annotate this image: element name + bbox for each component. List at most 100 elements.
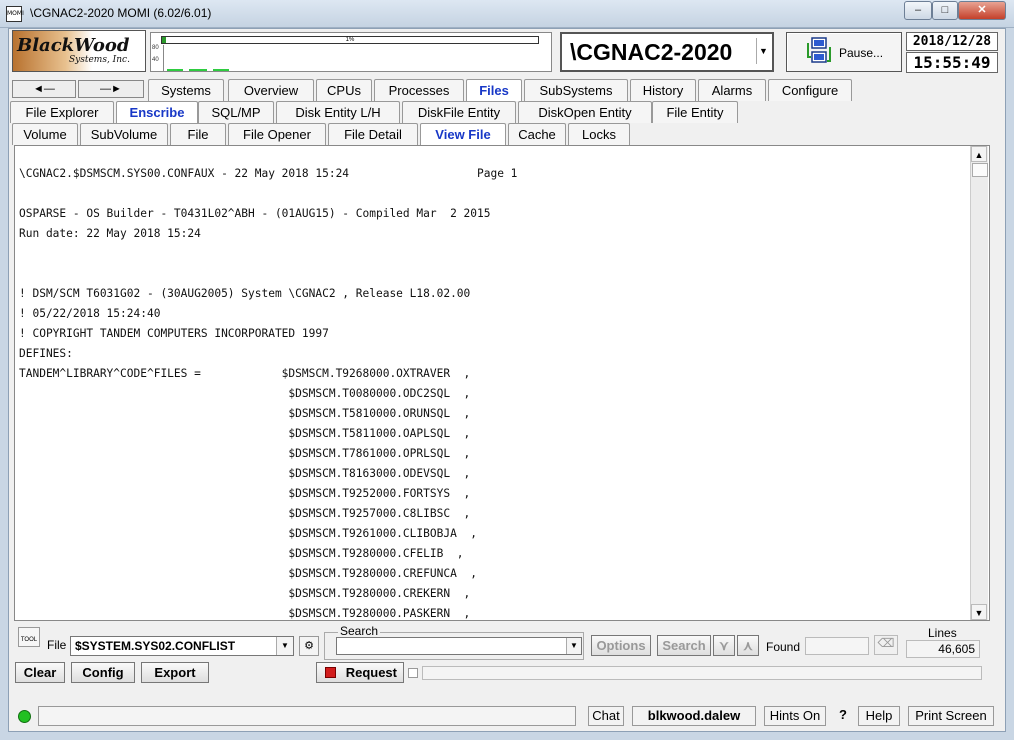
tab-processes[interactable]: Processes — [374, 79, 464, 101]
usage-bar-label: 1% — [345, 37, 355, 43]
file-line: $DSMSCM.T9261000.CLIBOBJA , — [19, 527, 478, 540]
viewtab-volume[interactable]: Volume — [12, 123, 78, 145]
file-line: DEFINES: — [19, 347, 73, 360]
tab-overview[interactable]: Overview — [228, 79, 314, 101]
tool-label: TOOL — [20, 637, 38, 643]
viewtab-cache[interactable]: Cache — [508, 123, 566, 145]
file-line: ! COPYRIGHT TANDEM COMPUTERS INCORPORATE… — [19, 327, 329, 340]
chat-button[interactable]: Chat — [588, 706, 624, 726]
viewtab-file-detail[interactable]: File Detail — [328, 123, 418, 145]
title-bar: MOMI \CGNAC2-2020 MOMI (6.02/6.01) – □ ✕ — [0, 0, 1014, 28]
viewtab-file-opener[interactable]: File Opener — [228, 123, 326, 145]
tab-systems[interactable]: Systems — [148, 79, 224, 101]
file-line: ! 05/22/2018 15:24:40 — [19, 307, 161, 320]
file-line: ! DSM/SCM T6031G02 - (30AUG2005) System … — [19, 287, 471, 300]
search-input[interactable] — [336, 637, 582, 655]
file-line: $DSMSCM.T9252000.FORTSYS , — [19, 487, 471, 500]
back-button[interactable]: ◄— — [12, 80, 76, 98]
computers-icon — [807, 37, 831, 63]
clear-button[interactable]: Clear — [15, 662, 65, 683]
subtab-file-entity[interactable]: File Entity — [652, 101, 738, 123]
graph-trace — [167, 69, 183, 71]
graph-axis-label: 80 — [152, 45, 159, 51]
request-progress — [422, 666, 982, 680]
minimize-button[interactable]: – — [904, 1, 932, 20]
file-line: $DSMSCM.T5810000.ORUNSQL , — [19, 407, 471, 420]
close-button[interactable]: ✕ — [958, 1, 1006, 20]
tab-alarms[interactable]: Alarms — [698, 79, 766, 101]
request-label: Request — [345, 665, 397, 680]
file-label: File — [47, 638, 67, 652]
forward-button[interactable]: —► — [78, 80, 144, 98]
file-path-value: $SYSTEM.SYS02.CONFLIST — [75, 639, 236, 653]
file-content: \CGNAC2.$DSMSCM.SYS00.CONFAUX - 22 May 2… — [19, 164, 518, 620]
scroll-down-icon[interactable]: ▼ — [971, 604, 987, 620]
file-line — [19, 264, 517, 284]
maximize-button[interactable]: □ — [932, 1, 958, 20]
help-button[interactable]: Help — [858, 706, 900, 726]
status-message — [38, 706, 576, 726]
request-checkbox[interactable] — [408, 668, 418, 678]
tab-cpus[interactable]: CPUs — [316, 79, 372, 101]
found-count — [805, 637, 869, 655]
system-name: \CGNAC2-2020 — [570, 39, 733, 65]
options-button[interactable]: Options — [591, 635, 651, 656]
status-indicator-icon — [18, 710, 31, 723]
chevron-down-icon[interactable]: ▼ — [756, 38, 770, 64]
viewtab-locks[interactable]: Locks — [568, 123, 630, 145]
scroll-thumb[interactable] — [972, 163, 988, 177]
config-button[interactable]: Config — [71, 662, 135, 683]
file-line: $DSMSCM.T0080000.ODC2SQL , — [19, 387, 471, 400]
tab-configure[interactable]: Configure — [768, 79, 852, 101]
app-icon: MOMI — [6, 6, 24, 22]
viewtab-subvolume[interactable]: SubVolume — [80, 123, 168, 145]
graph-trace — [189, 69, 207, 71]
help-question-icon[interactable]: ? — [834, 706, 852, 726]
usage-bar-fill — [162, 37, 166, 43]
cpu-busy-graph: 1% 80 40 — [150, 32, 552, 72]
hints-button[interactable]: Hints On — [764, 706, 826, 726]
file-dropdown-icon[interactable]: ▼ — [276, 637, 293, 655]
file-line: $DSMSCM.T9280000.CREFUNCA , — [19, 567, 478, 580]
subtab-disk-entity-l-h[interactable]: Disk Entity L/H — [276, 101, 400, 123]
file-line: $DSMSCM.T8163000.ODEVSQL , — [19, 467, 471, 480]
viewtab-file[interactable]: File — [170, 123, 226, 145]
scroll-up-icon[interactable]: ▲ — [971, 146, 987, 162]
pause-button[interactable]: Pause... — [786, 32, 902, 72]
subtab-file-explorer[interactable]: File Explorer — [10, 101, 114, 123]
subtab-sql-mp[interactable]: SQL/MP — [198, 101, 274, 123]
eraser-icon[interactable]: ⌫ — [874, 635, 898, 655]
logo-text: BlackWood — [17, 35, 130, 56]
found-label: Found — [766, 640, 801, 654]
vertical-scrollbar[interactable]: ▲ ▼ — [970, 146, 988, 620]
search-group-label: Search — [338, 624, 381, 638]
print-screen-button[interactable]: Print Screen — [908, 706, 994, 726]
file-line: $DSMSCM.T9280000.CREKERN , — [19, 587, 471, 600]
export-button[interactable]: Export — [141, 662, 209, 683]
search-dropdown-icon[interactable]: ▼ — [566, 638, 581, 654]
file-line — [19, 244, 517, 264]
system-select[interactable]: \CGNAC2-2020 — [560, 32, 774, 72]
file-line: \CGNAC2.$DSMSCM.SYS00.CONFAUX - 22 May 2… — [19, 167, 518, 180]
search-button[interactable]: Search — [657, 635, 711, 656]
subtab-diskopen-entity[interactable]: DiskOpen Entity — [518, 101, 652, 123]
search-next-icon[interactable]: ⋏ — [737, 635, 759, 656]
file-view-pane[interactable]: \CGNAC2.$DSMSCM.SYS00.CONFAUX - 22 May 2… — [14, 145, 990, 621]
tab-files[interactable]: Files — [466, 79, 522, 101]
browse-file-icon[interactable]: ⚙ — [299, 636, 319, 656]
lines-count: 46,605 — [906, 640, 980, 658]
request-button[interactable]: Request — [316, 662, 404, 683]
subtab-diskfile-entity[interactable]: DiskFile Entity — [402, 101, 516, 123]
user-button[interactable]: blkwood.dalew — [632, 706, 756, 726]
tab-history[interactable]: History — [630, 79, 696, 101]
logo-subtext: Systems, Inc. — [69, 55, 130, 65]
subtab-enscribe[interactable]: Enscribe — [116, 101, 198, 123]
file-line: $DSMSCM.T5811000.OAPLSQL , — [19, 427, 471, 440]
tool-button[interactable]: TOOL — [18, 627, 40, 647]
search-prev-icon[interactable]: ⋎ — [713, 635, 735, 656]
viewtab-view-file[interactable]: View File — [420, 123, 506, 145]
file-line: $DSMSCM.T9280000.CFELIB , — [19, 547, 464, 560]
file-line: $DSMSCM.T9280000.PASKERN , — [19, 607, 471, 620]
file-path-input[interactable]: $SYSTEM.SYS02.CONFLIST — [70, 636, 294, 656]
tab-subsystems[interactable]: SubSystems — [524, 79, 628, 101]
